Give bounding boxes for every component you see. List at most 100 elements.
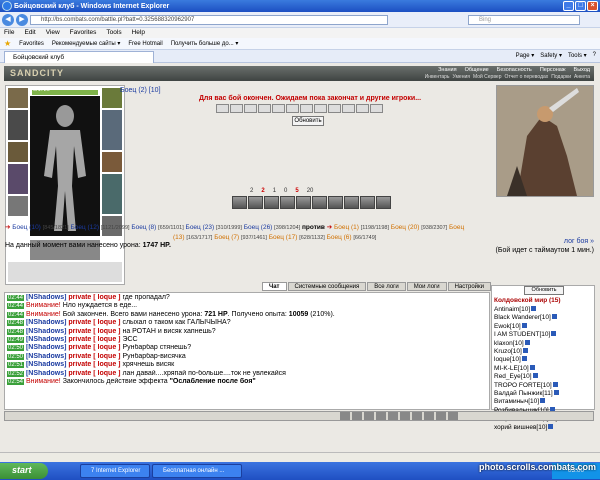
fighter[interactable]: Боец (10) [12,224,41,231]
close-button[interactable]: × [587,1,598,11]
timestamp[interactable]: 02:49 [7,337,25,344]
online-refresh-button[interactable]: Обновить [524,286,564,295]
user-item[interactable]: MI-K-LE[10] [494,364,563,373]
back-icon[interactable]: ◀ [2,14,14,26]
nav2-profile[interactable]: Анкета [574,74,590,80]
user-item[interactable]: Витаминыч[10] [494,398,563,406]
nav2-server[interactable]: Мой Сервер [473,74,502,80]
user-item[interactable]: Antinaim[10] [494,306,563,314]
search-input[interactable]: Bing [468,15,580,25]
slot[interactable] [258,104,271,113]
url-input[interactable]: http://bs.combats.com/battle.pl?batt=0.3… [30,15,388,25]
menu-favorites[interactable]: Favorites [70,28,97,38]
private-tag[interactable]: private [ loque ] [68,336,120,343]
fav-link-1[interactable]: Рекомендуемые сайты ▾ [52,40,121,47]
maximize-button[interactable]: □ [575,1,586,11]
action-icon[interactable] [312,196,327,209]
slot[interactable] [342,104,355,113]
slot[interactable] [216,104,229,113]
private-tag[interactable]: private [ loque ] [68,353,120,360]
user-item[interactable]: Ewok[10] [494,322,563,331]
character-name[interactable]: Боец (2) [10] [120,87,161,94]
page-menu[interactable]: Page ▾ [516,52,535,59]
timestamp[interactable]: 02:50 [7,353,25,360]
nav-character[interactable]: Персонаж [540,67,566,73]
fav-link-3[interactable]: Получить больше до... ▾ [171,40,239,47]
favorites-button[interactable]: Favorites [19,41,44,47]
private-tag[interactable]: private [ loque ] [68,328,120,335]
chat-log[interactable]: 02:44 [NShadows] private [ loque ] где п… [4,292,490,410]
refresh-button[interactable]: Обновить [292,116,324,126]
enemy-fighter[interactable]: Боец (1) [334,224,359,231]
tab-all-logs[interactable]: Все логи [367,282,406,291]
action-icon[interactable] [248,196,263,209]
slot[interactable] [286,104,299,113]
private-tag[interactable]: private [ loque ] [68,344,120,351]
nick[interactable]: [NShadows] [26,361,66,368]
menu-edit[interactable]: Edit [24,28,35,38]
enemy-fighter[interactable]: Боец (7) [214,234,239,241]
safety-menu[interactable]: Safety ▾ [540,52,562,59]
toolbar-icon[interactable] [448,412,458,420]
nav2-gifts[interactable]: Подарки [551,74,571,80]
nav-chat[interactable]: Общение [465,67,489,73]
nick[interactable]: [NShadows] [26,344,66,351]
user-item[interactable]: хорий вишнев[10] [494,423,563,432]
user-item[interactable]: loque[10] [494,356,563,364]
nav2-skills[interactable]: Умения [453,74,470,80]
toolbar-icon[interactable] [376,412,386,420]
toolbar-icon[interactable] [352,412,362,420]
smile-icon[interactable] [340,412,350,420]
battle-log-link[interactable]: лог боя » [564,238,594,245]
nick[interactable]: [NShadows] [26,319,66,326]
timestamp[interactable]: 02:44 [7,295,25,301]
menu-file[interactable]: File [4,28,14,38]
slot[interactable] [244,104,257,113]
toolbar-icon[interactable] [400,412,410,420]
slot[interactable] [328,104,341,113]
action-icon[interactable] [264,196,279,209]
timestamp[interactable]: 02:54 [7,379,25,386]
user-item[interactable]: I AM STUDENT[10] [494,331,563,339]
fighter[interactable]: Боец (23) [186,224,215,231]
menu-help[interactable]: Help [132,28,145,38]
tab-system[interactable]: Системные сообщения [287,282,367,291]
timestamp[interactable]: 02:44 [7,311,25,318]
help-menu[interactable]: ? [593,52,596,59]
timestamp[interactable]: 02:51 [7,362,25,369]
timestamp[interactable]: 02:48 [7,320,25,327]
user-item[interactable]: Валдай Пынжик[11] [494,390,563,398]
slot[interactable] [314,104,327,113]
toolbar-icon[interactable] [436,412,446,420]
toolbar-icon[interactable] [412,412,422,420]
nav2-inventory[interactable]: Инвентарь [425,74,450,80]
private-tag[interactable]: private [ loque ] [68,361,120,368]
nav2-transfers[interactable]: Отчет о переводах [505,74,549,80]
slot[interactable] [230,104,243,113]
fighter[interactable]: Боец (26) [244,224,273,231]
user-item[interactable]: Red_Eye[10] [494,373,563,381]
enemy-fighter[interactable]: (13) [173,234,185,241]
nick[interactable]: [NShadows] [26,370,66,377]
forward-icon[interactable]: ▶ [16,14,28,26]
slot[interactable] [300,104,313,113]
action-icon[interactable] [376,196,391,209]
timestamp[interactable]: 02:52 [7,370,25,377]
taskbar-item-ie[interactable]: 7 Internet Explorer [80,464,150,478]
nav-knowledge[interactable]: Знания [438,67,457,73]
private-tag[interactable]: private [ loque ] [68,319,120,326]
user-item[interactable]: Black Wanderer[10] [494,314,563,322]
tools-menu[interactable]: Tools ▾ [568,52,587,59]
timestamp[interactable]: 02:50 [7,345,25,352]
chat-input[interactable] [4,411,594,421]
start-button[interactable]: start [0,463,48,479]
action-icon[interactable] [232,196,247,209]
slot[interactable] [356,104,369,113]
nick[interactable]: [NShadows] [26,353,66,360]
toolbar-icon[interactable] [388,412,398,420]
action-icon[interactable] [360,196,375,209]
browser-tab[interactable]: Бойцовский клуб [4,51,154,63]
menu-tools[interactable]: Tools [106,28,121,38]
enemy-fighter[interactable]: Боец (6) [327,234,352,241]
action-icon[interactable] [296,196,311,209]
